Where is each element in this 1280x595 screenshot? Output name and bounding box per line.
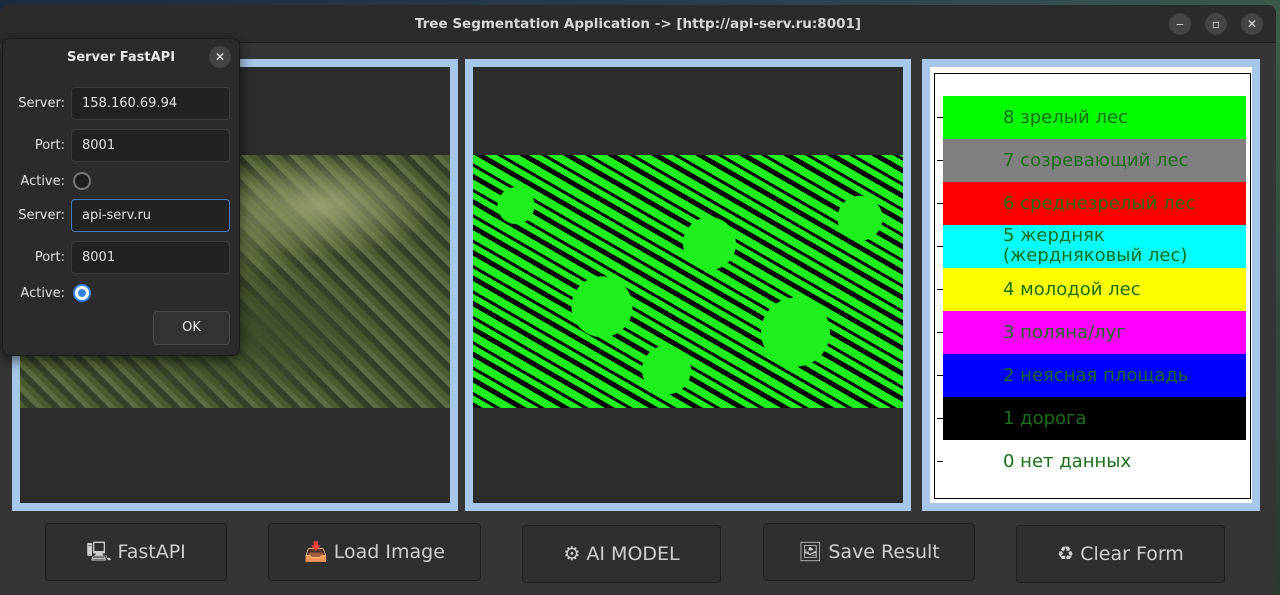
active2-label: Active: bbox=[20, 286, 65, 301]
server2-label: Server: bbox=[18, 208, 65, 223]
image-icon: 🖼 bbox=[798, 541, 823, 563]
active1-label: Active: bbox=[20, 174, 65, 189]
fastapi-button[interactable]: 🖳 FastAPI bbox=[45, 523, 227, 581]
computer-icon: 🖳 bbox=[86, 541, 112, 563]
server2-input[interactable]: api-serv.ru bbox=[71, 199, 230, 232]
port1-input[interactable]: 8001 bbox=[71, 129, 230, 162]
legend-panel: 8 зрелый лес 7 созревающий лес 6 среднез… bbox=[922, 59, 1260, 511]
inbox-icon: 📥 bbox=[304, 541, 328, 563]
active1-radio[interactable] bbox=[73, 172, 91, 190]
legend-item-2: 2 неясная площадь bbox=[937, 354, 1246, 397]
legend-item-8: 8 зрелый лес bbox=[937, 96, 1246, 139]
recycle-icon: ♻ bbox=[1057, 543, 1075, 565]
close-button[interactable]: ✕ bbox=[1241, 13, 1263, 35]
segmentation-result-panel bbox=[465, 59, 911, 511]
gear-icon: ⚙ bbox=[563, 543, 581, 565]
port1-label: Port: bbox=[34, 138, 65, 153]
minimize-button[interactable]: ‒ bbox=[1169, 13, 1191, 35]
port2-label: Port: bbox=[34, 250, 65, 265]
ok-button[interactable]: OK bbox=[153, 311, 230, 345]
legend-item-1: 1 дорога bbox=[937, 397, 1246, 440]
clear-form-button[interactable]: ♻ Clear Form bbox=[1016, 525, 1225, 583]
maximize-button[interactable]: ▫ bbox=[1205, 13, 1227, 35]
dialog-title: Server FastAPI bbox=[66, 50, 176, 65]
dialog-close-button[interactable]: ✕ bbox=[209, 46, 231, 68]
port2-input[interactable]: 8001 bbox=[71, 241, 230, 274]
legend-box: 8 зрелый лес 7 созревающий лес 6 среднез… bbox=[934, 73, 1251, 499]
segmentation-mask bbox=[473, 155, 903, 408]
server1-input[interactable]: 158.160.69.94 bbox=[71, 87, 230, 120]
ai-model-button[interactable]: ⚙ AI MODEL bbox=[522, 525, 721, 583]
window-title: Tree Segmentation Application -> [http:/… bbox=[414, 16, 862, 32]
legend-item-6: 6 среднезрелый лес bbox=[937, 182, 1246, 225]
server-dialog: Server FastAPI ✕ Server: 158.160.69.94 P… bbox=[2, 38, 240, 356]
save-result-button[interactable]: 🖼 Save Result bbox=[763, 523, 975, 581]
legend-item-3: 3 поляна/луг bbox=[937, 311, 1246, 354]
load-image-button[interactable]: 📥 Load Image bbox=[268, 523, 481, 581]
active2-radio[interactable] bbox=[73, 284, 91, 302]
legend-item-7: 7 созревающий лес bbox=[937, 139, 1246, 182]
legend-item-4: 4 молодой лес bbox=[937, 268, 1246, 311]
server1-label: Server: bbox=[18, 96, 65, 111]
legend-item-0: 0 нет данных bbox=[937, 440, 1246, 483]
legend-item-5: 5 жердняк (жердняковый лес) bbox=[937, 225, 1246, 268]
